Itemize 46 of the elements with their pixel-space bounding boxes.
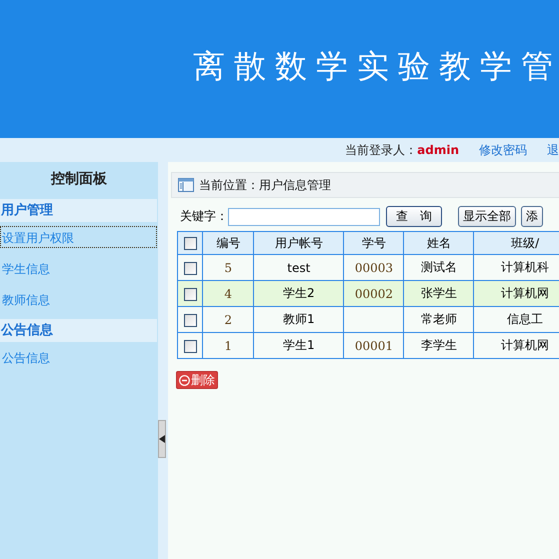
minus-circle-icon: [179, 374, 190, 386]
sidebar-item[interactable]: 学生信息: [0, 257, 157, 279]
username: admin: [417, 143, 459, 157]
table-cell: 00002: [344, 280, 404, 306]
login-label: 当前登录人：: [345, 142, 418, 158]
search-button[interactable]: 添: [521, 206, 543, 227]
column-header: 班级/: [474, 232, 559, 254]
search-button[interactable]: 查 询: [386, 206, 442, 227]
column-header: 姓名: [404, 232, 474, 254]
table-cell: 张学生: [404, 280, 474, 306]
keyword-input[interactable]: [228, 208, 380, 226]
sidebar-section[interactable]: 公告信息: [0, 319, 157, 342]
keyword-label: 关键字：: [180, 208, 228, 225]
row-checkbox[interactable]: [184, 288, 197, 301]
column-header: 用户帐号: [254, 232, 344, 254]
table-cell: 李学生: [404, 332, 474, 358]
sidebar-item[interactable]: 设置用户权限: [0, 226, 157, 248]
table-cell: 学生1: [254, 332, 344, 358]
collapse-handle[interactable]: [158, 420, 166, 458]
row-checkbox[interactable]: [184, 262, 197, 275]
sidebar-item[interactable]: 教师信息: [0, 288, 157, 310]
table-cell: [344, 306, 404, 332]
select-all-checkbox[interactable]: [184, 237, 197, 250]
column-header: 编号: [202, 232, 254, 254]
delete-button[interactable]: 删除: [176, 371, 218, 389]
site-title: 离散数学实验教学管: [193, 46, 559, 87]
table-cell: 学生2: [254, 280, 344, 306]
table-cell: 00001: [344, 332, 404, 358]
row-checkbox[interactable]: [184, 314, 197, 327]
header-link[interactable]: 退: [547, 142, 559, 158]
table-cell: 常老师: [404, 306, 474, 332]
page-icon: [178, 178, 194, 192]
table-cell: 2: [202, 306, 254, 332]
sidebar-item[interactable]: 公告信息: [0, 346, 157, 368]
breadcrumb-text: 当前位置：用户信息管理: [199, 176, 331, 194]
collapse-arrow-icon: [159, 435, 165, 443]
table-cell: 4: [202, 280, 254, 306]
table-cell: 计算机网: [474, 280, 559, 306]
sidebar-section[interactable]: 用户管理: [0, 199, 157, 222]
sidebar-title: 控制面板: [50, 170, 108, 189]
column-header: 学号: [344, 232, 404, 254]
search-button[interactable]: 显示全部: [458, 206, 516, 227]
header-link[interactable]: 修改密码: [479, 142, 527, 158]
table-cell: 教师1: [254, 306, 344, 332]
row-checkbox[interactable]: [184, 340, 197, 353]
table-cell: 1: [202, 332, 254, 358]
